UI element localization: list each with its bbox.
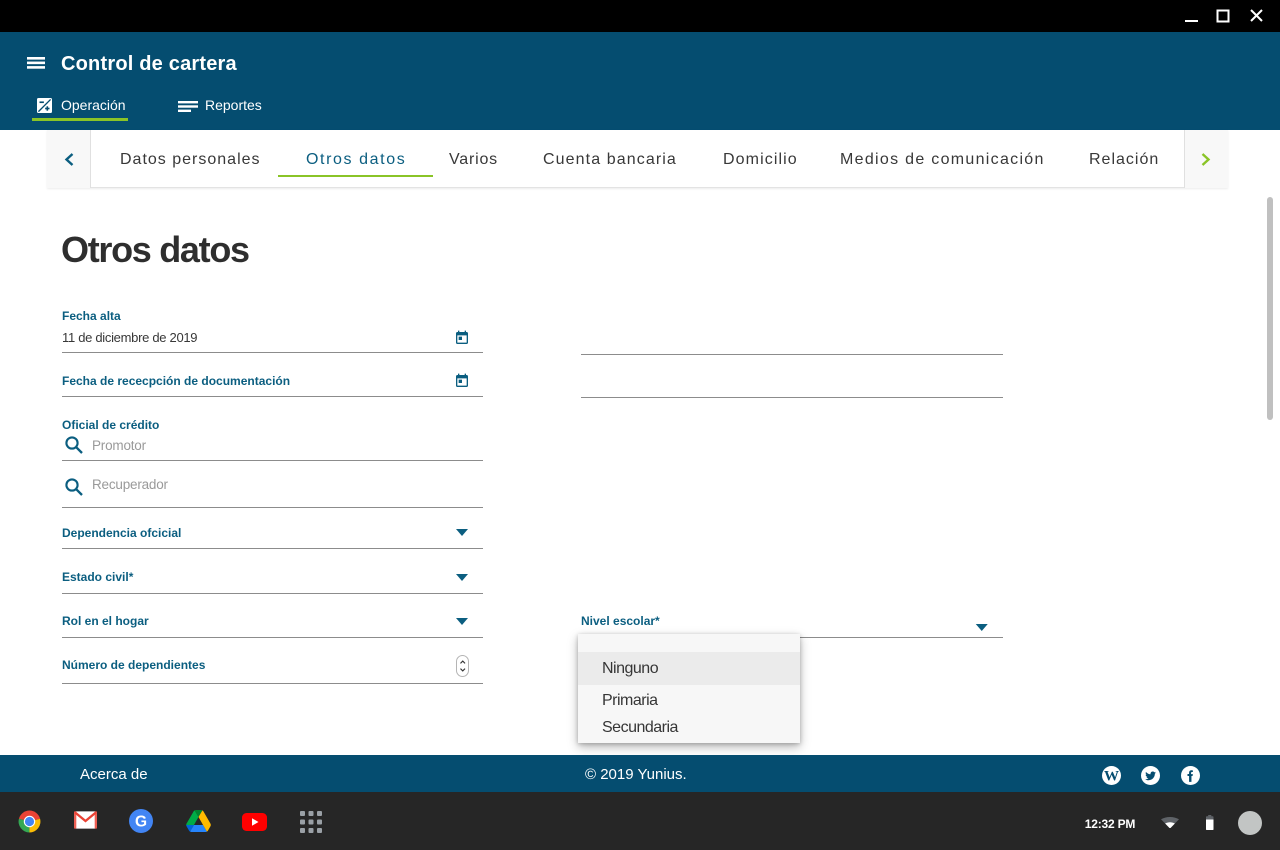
svg-text:G: G [135, 814, 147, 831]
svg-text:W: W [1104, 768, 1119, 784]
